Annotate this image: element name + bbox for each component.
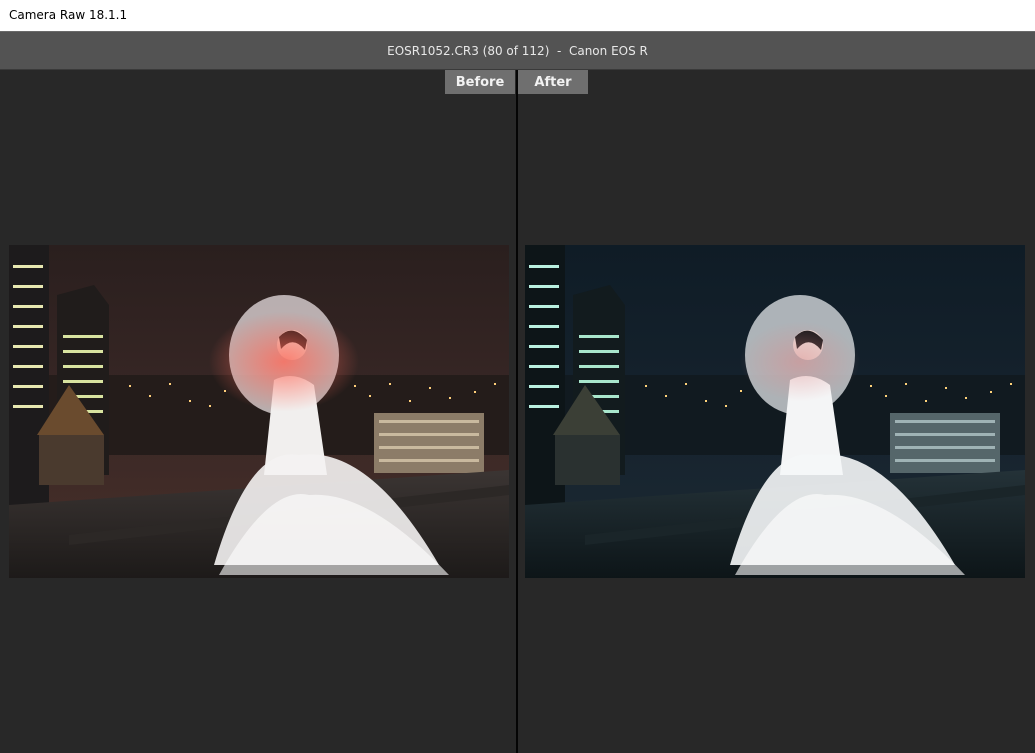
camera-raw-window: Camera Raw 18.1.1 EOSR1052.CR3 (80 of 11… [0,0,1035,753]
before-tab[interactable]: Before [445,70,515,94]
split-divider [516,70,518,753]
file-info-text: EOSR1052.CR3 (80 of 112) - Canon EOS R [387,43,648,58]
file-info-bar: EOSR1052.CR3 (80 of 112) - Canon EOS R [0,31,1035,70]
before-photo [9,245,509,578]
window-titlebar[interactable]: Camera Raw 18.1.1 [0,0,1035,31]
window-title: Camera Raw 18.1.1 [9,8,128,22]
after-tab[interactable]: After [518,70,588,94]
after-photo [525,245,1025,578]
